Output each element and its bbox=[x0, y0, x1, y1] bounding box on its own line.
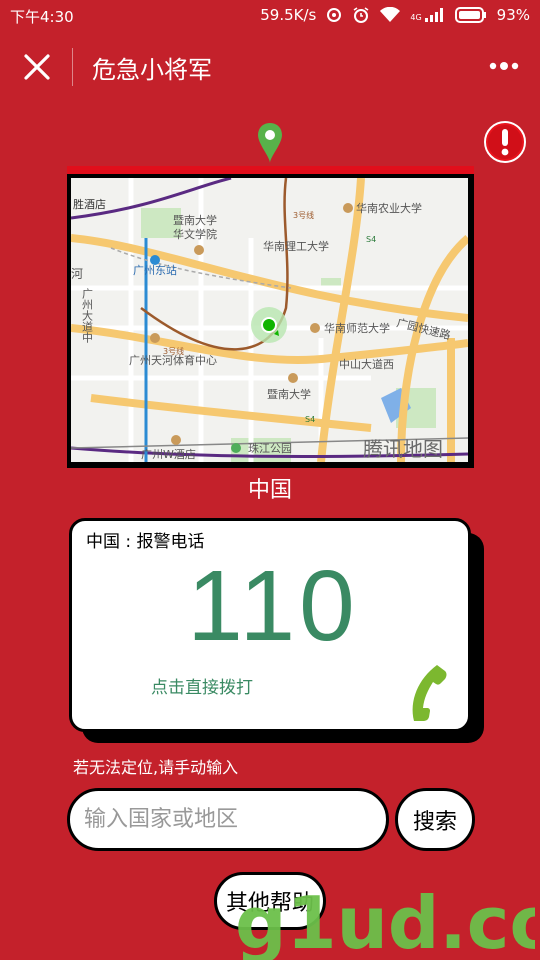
map-label: 广州大道中 bbox=[81, 288, 94, 343]
map-label: 胜酒店 bbox=[73, 197, 106, 211]
alert-icon[interactable] bbox=[483, 120, 527, 164]
map-view[interactable]: 胜酒店 暨南大学 华文学院 华南农业大学 3号线 华南理工大学 S4 广州东站 … bbox=[71, 178, 468, 462]
map-label: 暨南大学 bbox=[173, 213, 217, 227]
location-pin-icon bbox=[258, 123, 282, 163]
alarm-icon bbox=[353, 7, 369, 23]
map-label: S4 bbox=[366, 235, 376, 244]
phone-icon[interactable] bbox=[404, 661, 448, 721]
map-label: 河 bbox=[71, 267, 83, 281]
page-title: 危急小将军 bbox=[92, 56, 212, 84]
signal-indicator: 4G bbox=[410, 8, 444, 22]
emergency-card[interactable]: 中国 : 报警电话 110 点击直接拨打 bbox=[69, 518, 471, 732]
country-name: 中国 bbox=[247, 478, 292, 503]
battery-icon bbox=[454, 7, 486, 23]
map-label: 华南师范大学 bbox=[324, 321, 390, 335]
map-label: 珠江公园 bbox=[248, 441, 292, 455]
country-search-input[interactable] bbox=[67, 788, 389, 851]
map-label: 华南理工大学 bbox=[263, 239, 329, 253]
map-label: S4 bbox=[305, 415, 315, 424]
map-brand: 腾讯地图 bbox=[363, 437, 443, 461]
search-button[interactable]: 搜索 bbox=[395, 788, 475, 851]
status-time: 下午4:30 bbox=[10, 8, 74, 26]
manual-input-hint: 若无法定位,请手动输入 bbox=[73, 758, 239, 777]
map-label: 广州东站 bbox=[133, 263, 177, 277]
battery-level: 93% bbox=[496, 6, 530, 24]
map-label: 暨南大学 bbox=[267, 387, 311, 401]
status-right: 59.5K/s 4G 93% bbox=[260, 6, 530, 24]
close-icon[interactable] bbox=[20, 50, 54, 84]
map-canvas[interactable]: 胜酒店 暨南大学 华文学院 华南农业大学 3号线 华南理工大学 S4 广州东站 … bbox=[71, 178, 468, 462]
map-label: 广州天河体育中心 bbox=[129, 353, 217, 367]
nav-divider bbox=[72, 48, 73, 86]
call-text[interactable]: 点击直接拨打 bbox=[151, 673, 253, 698]
map-label: 广州W酒店 bbox=[141, 447, 196, 461]
map-label: 华文学院 bbox=[173, 227, 217, 241]
signal-icon bbox=[424, 8, 443, 22]
signal-type: 4G bbox=[410, 13, 422, 22]
map-frame: 胜酒店 暨南大学 华文学院 华南农业大学 3号线 华南理工大学 S4 广州东站 … bbox=[67, 166, 474, 468]
map-label: 3号线 bbox=[293, 210, 314, 220]
nav-bar: 危急小将军 bbox=[0, 32, 540, 102]
network-speed: 59.5K/s bbox=[260, 6, 317, 24]
other-help-button[interactable]: 其他帮助 bbox=[214, 872, 326, 930]
more-icon[interactable] bbox=[488, 54, 520, 78]
sync-icon bbox=[327, 8, 342, 22]
emergency-number[interactable]: 110 bbox=[72, 549, 474, 664]
status-bar: 下午4:30 59.5K/s 4G 93% bbox=[0, 0, 540, 32]
wifi-icon bbox=[380, 7, 401, 22]
map-label: 华南农业大学 bbox=[356, 201, 422, 215]
map-label: 中山大道西 bbox=[339, 357, 394, 371]
